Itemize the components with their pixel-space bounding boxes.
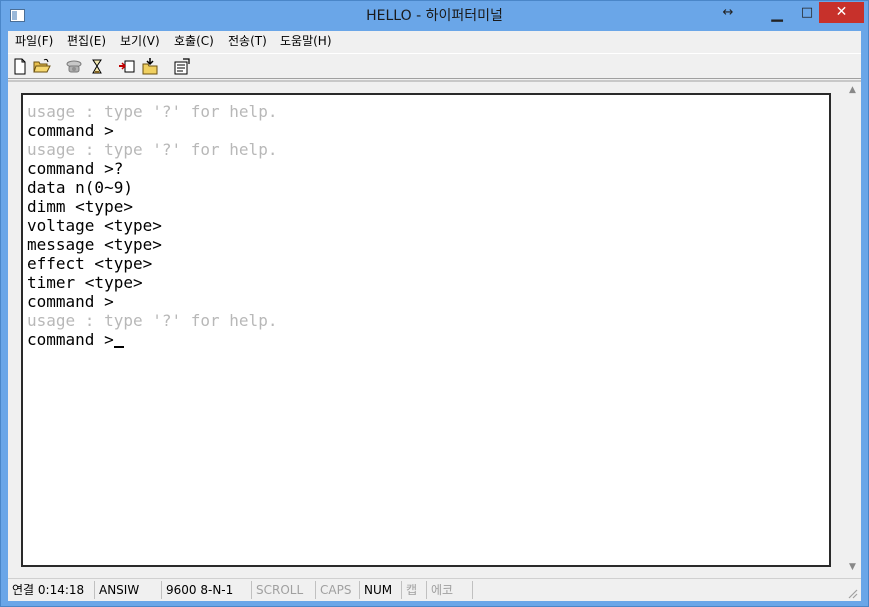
terminal-line-text: command > — [27, 121, 114, 140]
terminal-line-text: command > — [27, 292, 114, 311]
resize-icon[interactable]: ↔ — [712, 1, 744, 25]
menu-transfer[interactable]: 전송(T) — [228, 31, 267, 52]
menu-edit[interactable]: 편집(E) — [67, 31, 106, 52]
title-bar[interactable]: HELLO - 하이퍼터미널 ↔ ▁ □ ✕ — [1, 1, 868, 31]
status-connection-time: 연결 0:14:18 — [8, 581, 95, 599]
terminal-line: voltage <type> — [27, 216, 277, 235]
terminal-line-text: usage : type '?' for help. — [27, 102, 278, 121]
connect-phone-icon[interactable] — [65, 58, 83, 75]
terminal-line-text: voltage <type> — [27, 216, 162, 235]
terminal-line: command >? — [27, 159, 277, 178]
terminal-line: command > — [27, 292, 277, 311]
status-emulation: ANSIW — [95, 581, 162, 599]
terminal-line-text: command >? — [27, 159, 124, 178]
terminal-line-text: usage : type '?' for help. — [27, 140, 278, 159]
client-area: 파일(F) 편집(E) 보기(V) 호출(C) 전송(T) 도움말(H) usa… — [8, 31, 861, 601]
terminal-text: usage : type '?' for help. command > usage… — [27, 102, 277, 349]
resize-grip-icon[interactable] — [846, 587, 858, 599]
terminal-line: dimm <type> — [27, 197, 277, 216]
status-bar: 연결 0:14:18 ANSIW 9600 8-N-1 SCROLL CAPS … — [8, 578, 861, 600]
terminal-line-text: effect <type> — [27, 254, 153, 273]
menu-bar: 파일(F) 편집(E) 보기(V) 호출(C) 전송(T) 도움말(H) — [8, 31, 861, 52]
scroll-down-icon[interactable]: ▼ — [844, 559, 861, 576]
terminal-screen[interactable]: usage : type '?' for help. command > usage… — [21, 93, 831, 567]
receive-icon[interactable] — [141, 58, 159, 75]
terminal-line: effect <type> — [27, 254, 277, 273]
terminal-line-text: dimm <type> — [27, 197, 133, 216]
menu-file[interactable]: 파일(F) — [15, 31, 53, 52]
properties-icon[interactable] — [173, 58, 191, 75]
toolbar — [8, 53, 861, 79]
status-capture: 캡 — [402, 581, 427, 599]
menu-help[interactable]: 도움말(H) — [280, 31, 332, 52]
bottom-gap — [8, 570, 844, 576]
terminal-line: message <type> — [27, 235, 277, 254]
new-icon[interactable] — [11, 58, 29, 75]
terminal-line: usage : type '?' for help. — [27, 102, 277, 121]
terminal-line: data n(0~9) — [27, 178, 277, 197]
status-port-settings: 9600 8-N-1 — [162, 581, 252, 599]
minimize-button[interactable]: ▁ — [761, 1, 793, 25]
close-button[interactable]: ✕ — [819, 2, 864, 23]
menu-view[interactable]: 보기(V) — [120, 31, 160, 52]
disconnect-icon[interactable] — [88, 58, 106, 75]
scroll-up-icon[interactable]: ▲ — [844, 82, 861, 99]
vertical-scrollbar[interactable]: ▲ ▼ — [844, 82, 861, 576]
menu-call[interactable]: 호출(C) — [174, 31, 214, 52]
status-caps: CAPS — [316, 581, 360, 599]
status-echo: 에코 — [427, 581, 473, 599]
text-cursor — [113, 346, 124, 348]
terminal-line-text: timer <type> — [27, 273, 143, 292]
status-num: NUM — [360, 581, 402, 599]
terminal-line-text: command > — [27, 330, 114, 349]
terminal-line: usage : type '?' for help. — [27, 311, 277, 330]
terminal-line-text: message <type> — [27, 235, 162, 254]
terminal-line: command > — [27, 330, 277, 349]
open-icon[interactable] — [33, 58, 51, 75]
status-scroll: SCROLL — [252, 581, 316, 599]
terminal-line: usage : type '?' for help. — [27, 140, 277, 159]
send-icon[interactable] — [118, 58, 136, 75]
hyperterminal-window: HELLO - 하이퍼터미널 ↔ ▁ □ ✕ 파일(F) 편집(E) 보기(V)… — [0, 0, 869, 607]
terminal-line-text: data n(0~9) — [27, 178, 133, 197]
terminal-line: command > — [27, 121, 277, 140]
terminal-line: timer <type> — [27, 273, 277, 292]
toolbar-divider — [8, 80, 861, 82]
terminal-line-text: usage : type '?' for help. — [27, 311, 278, 330]
